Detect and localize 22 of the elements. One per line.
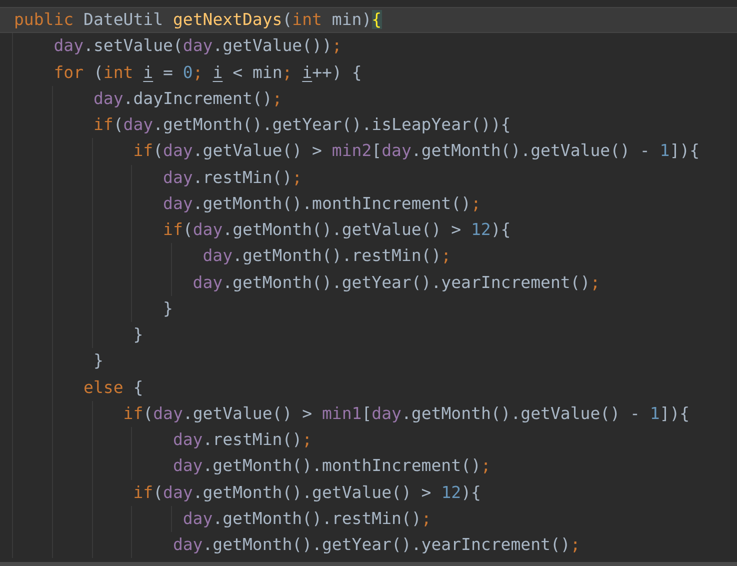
code-line: if(day.getMonth().getValue() > 12){: [0, 217, 737, 244]
code-line: }: [0, 348, 737, 374]
code-line: }: [0, 322, 737, 348]
code-line: if(day.getMonth().getValue() > 12){: [0, 480, 737, 506]
code-line: day.getMonth().getYear().yearIncrement();: [0, 532, 737, 558]
horizontal-scrollbar[interactable]: [0, 562, 737, 566]
code-line: day.restMin();: [0, 427, 737, 454]
code-line: day.getMonth().getYear().yearIncrement();: [0, 270, 737, 296]
code-line: day.getMonth().monthIncrement();: [0, 453, 737, 480]
code-line: day.getMonth().monthIncrement();: [0, 190, 737, 217]
code-line: if(day.getMonth().getYear().isLeapYear()){: [0, 112, 737, 138]
code-line: for (int i = 0; i < min; i++) {: [0, 60, 737, 86]
code-editor[interactable]: [0, 0, 737, 566]
code-line: if(day.getValue() > min2[day.getMonth().getValue() - 1]){: [0, 138, 737, 164]
code-line: }: [0, 296, 737, 322]
code-line: else {: [0, 374, 737, 401]
code-line: day.restMin();: [0, 164, 737, 191]
code-line: day.getMonth().restMin();: [0, 506, 737, 532]
code-line: if(day.getValue() > min1[day.getMonth().getValue() - 1]){: [0, 400, 737, 427]
code-line: day.dayIncrement();: [0, 86, 737, 112]
code-line: day.setValue(day.getValue());: [0, 33, 737, 60]
code-line: day.getMonth().restMin();: [0, 243, 737, 270]
